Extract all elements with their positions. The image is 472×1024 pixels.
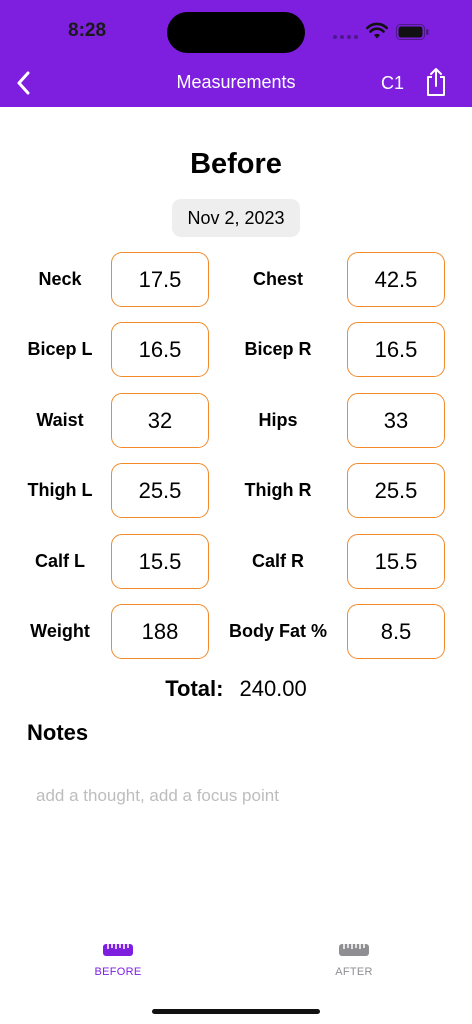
total-row: Total: 240.00 <box>0 676 472 702</box>
measurement-label: Body Fat % <box>228 621 327 641</box>
signal-icon <box>333 35 358 39</box>
measurement-label: Calf L <box>34 551 85 571</box>
measurement-label: Weight <box>30 621 90 641</box>
status-time: 8:28 <box>68 20 107 41</box>
measurement-label: Thigh R <box>244 480 312 500</box>
total-label: Total: <box>165 676 224 701</box>
measurement-input[interactable]: 8.5 <box>347 604 445 659</box>
notes-heading: Notes <box>27 720 89 745</box>
page-heading: Before <box>190 148 282 180</box>
measurement-input[interactable]: 25.5 <box>111 463 209 518</box>
share-button[interactable] <box>423 66 449 98</box>
measurement-input[interactable]: 32 <box>111 393 209 448</box>
tab-before[interactable]: BEFORE <box>78 942 158 978</box>
wifi-icon <box>366 22 388 39</box>
measurement-input[interactable]: 16.5 <box>111 322 209 377</box>
profile-button[interactable]: C1 <box>381 73 404 94</box>
measurement-label: Calf R <box>251 551 304 571</box>
dynamic-island <box>167 12 305 53</box>
tab-after[interactable]: AFTER <box>314 942 394 978</box>
measurement-input[interactable]: 16.5 <box>347 322 445 377</box>
measurement-input[interactable]: 15.5 <box>111 534 209 589</box>
measurement-label: Waist <box>36 410 84 430</box>
measurement-label: Bicep R <box>244 339 312 359</box>
date-picker[interactable]: Nov 2, 2023 <box>172 199 300 237</box>
share-icon <box>427 68 445 96</box>
tab-label-before: BEFORE <box>94 966 142 978</box>
measurement-input[interactable]: 42.5 <box>347 252 445 307</box>
measurement-label: Hips <box>258 410 298 430</box>
tab-label-after: AFTER <box>335 966 373 978</box>
measurement-input[interactable]: 25.5 <box>347 463 445 518</box>
measurement-label: Neck <box>38 269 82 289</box>
measurement-input[interactable]: 188 <box>111 604 209 659</box>
battery-icon <box>396 24 429 40</box>
home-indicator <box>152 1009 320 1014</box>
measurement-label: Bicep L <box>27 339 93 359</box>
measurement-input[interactable]: 33 <box>347 393 445 448</box>
notes-input[interactable]: add a thought, add a focus point <box>36 786 279 806</box>
measurement-input[interactable]: 17.5 <box>111 252 209 307</box>
measurement-label: Thigh L <box>27 480 93 500</box>
measurement-input[interactable]: 15.5 <box>347 534 445 589</box>
ruler-icon <box>339 944 369 956</box>
total-value: 240.00 <box>239 676 307 701</box>
nav-header: 8:28 Measurements C1 <box>0 0 472 107</box>
measurement-label: Chest <box>252 269 303 289</box>
ruler-icon <box>103 944 133 956</box>
